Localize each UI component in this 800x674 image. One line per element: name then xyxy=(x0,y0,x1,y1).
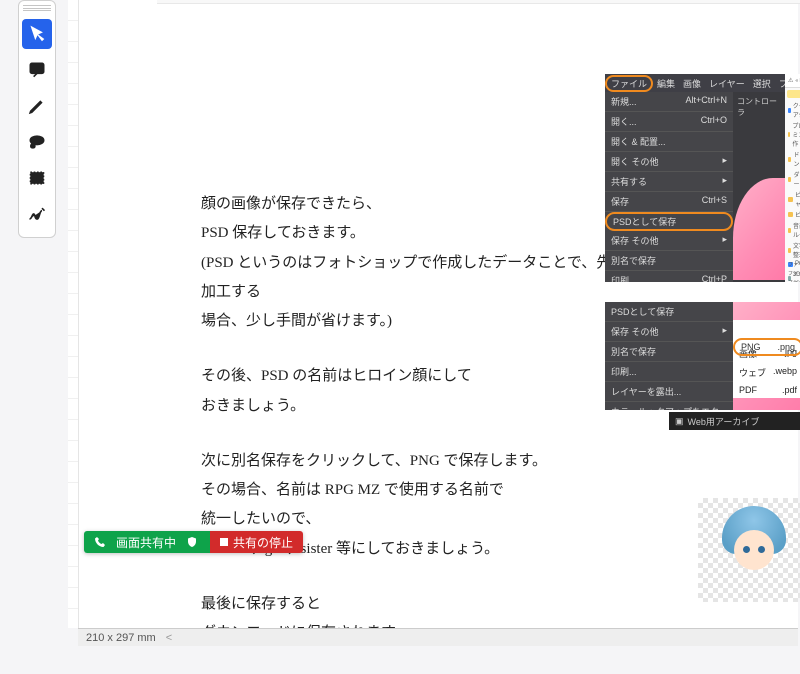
menu2-print[interactable]: 印刷... xyxy=(605,362,733,382)
web-archive-titlebar[interactable]: ▣ Web用アーカイブ xyxy=(669,412,800,430)
status-chevron-icon[interactable]: < xyxy=(166,632,172,644)
format-webp[interactable]: ウェブ.webp xyxy=(733,363,800,382)
svg-text:A: A xyxy=(35,174,42,185)
shield-icon xyxy=(186,536,198,548)
file-explorer: ⚠ « PC » デスクトップ クイックアクセス プログラミング制作 ドキュメン… xyxy=(785,74,800,282)
menu-new[interactable]: 新規...Alt+Ctrl+N xyxy=(605,92,733,112)
explorer-r4[interactable]: ピクチャ xyxy=(785,189,800,209)
menu-print[interactable]: 印刷...Ctrl+P xyxy=(605,271,733,282)
page-dimensions: 210 x 297 mm xyxy=(86,632,156,644)
signature-icon xyxy=(27,204,47,224)
menubar-layer[interactable]: レイヤー xyxy=(705,77,749,90)
format-png-highlight[interactable]: PNG.png xyxy=(733,338,800,356)
menu-share[interactable]: 共有する▸ xyxy=(605,172,733,192)
pencil-tool[interactable] xyxy=(22,91,52,121)
explorer-new-folder[interactable] xyxy=(787,90,800,98)
filetype-field[interactable]: ファイルの種類(T): PSD Files (*.psd) xyxy=(785,269,800,278)
share-status-label: 画面共有中 xyxy=(116,534,176,551)
menubar-edit[interactable]: 編集 xyxy=(653,77,679,90)
saveas-menu-panel: PSDとして保存 保存 その他▸ 別名で保存 印刷... レイヤーを露出... … xyxy=(605,302,733,410)
pencil-icon xyxy=(27,96,47,116)
text-icon: A xyxy=(27,168,47,188)
menubar-image[interactable]: 画像 xyxy=(679,77,705,90)
cursor-tool[interactable] xyxy=(22,19,52,49)
top-frame xyxy=(157,0,800,4)
stop-icon xyxy=(220,538,228,546)
stop-share-label: 共有の停止 xyxy=(233,534,293,551)
phone-icon xyxy=(94,536,106,548)
menu-open-other[interactable]: 開く その他▸ xyxy=(605,152,733,172)
format-pdf[interactable]: PDF.pdf xyxy=(733,382,800,398)
menu-open[interactable]: 開く...Ctrl+O xyxy=(605,112,733,132)
cursor-icon xyxy=(27,24,47,44)
menu-save-psd[interactable]: PSDとして保存 xyxy=(605,212,733,231)
lasso-icon xyxy=(27,132,47,152)
menu-save-other[interactable]: 保存 その他▸ xyxy=(605,231,733,251)
menu2-layer[interactable]: レイヤーを露出... xyxy=(605,382,733,402)
show-files[interactable]: ファイルを表示する xyxy=(785,278,800,282)
menubar-file[interactable]: ファイル xyxy=(605,75,653,92)
explorer-r1[interactable]: プログラミング制作 xyxy=(785,120,800,149)
explorer-r7[interactable]: 文字資料整理用 xyxy=(785,240,800,260)
app-menubar: ファイル 編集 画像 レイヤー 選択 フィルタ xyxy=(605,74,800,92)
textbox-tool[interactable]: A xyxy=(22,163,52,193)
comment-icon xyxy=(27,60,47,80)
lasso-tool[interactable] xyxy=(22,127,52,157)
explorer-r6[interactable]: 音楽フォルダー xyxy=(785,220,800,240)
menu2-saveas[interactable]: 別名で保存 xyxy=(605,342,733,362)
menu-save-as[interactable]: 別名で保存 xyxy=(605,251,733,271)
comment-tool[interactable] xyxy=(22,55,52,85)
archive-icon: ▣ xyxy=(675,416,684,427)
share-status[interactable]: 画面共有中 xyxy=(84,531,210,553)
strip-grip[interactable] xyxy=(23,5,51,11)
menu2-lut[interactable]: カラールックアップをエクスポート... xyxy=(605,402,733,410)
explorer-r2[interactable]: ドキュメント xyxy=(785,149,800,169)
status-bar: 210 x 297 mm < xyxy=(78,628,798,646)
explorer-quickaccess[interactable]: クイックアクセス xyxy=(785,100,800,120)
filename-field[interactable]: ファイル名(N): 新規プロジェクト.psd xyxy=(785,260,800,269)
avatar-preview xyxy=(698,498,800,602)
vertical-ruler xyxy=(68,0,78,628)
avatar-girl xyxy=(722,506,786,590)
signature-tool[interactable] xyxy=(22,199,52,229)
screenshot-file-menu: ファイル 編集 画像 レイヤー 選択 フィルタ 新規...Alt+Ctrl+N … xyxy=(605,74,800,282)
file-menu-panel: 新規...Alt+Ctrl+N 開く...Ctrl+O 開く & 配置... 開… xyxy=(605,92,733,282)
screenshot-saveas-png: PSDとして保存 保存 その他▸ 別名で保存 印刷... レイヤーを露出... … xyxy=(605,302,800,410)
menubar-select[interactable]: 選択 xyxy=(749,77,775,90)
explorer-breadcrumb[interactable]: ⚠ « PC » デスクトップ xyxy=(785,74,800,88)
menu-open-place[interactable]: 開く & 配置... xyxy=(605,132,733,152)
tool-strip: A xyxy=(18,0,56,238)
screen-share-bar: 画面共有中 共有の停止 xyxy=(84,531,303,553)
explorer-r3[interactable]: ダウンロード xyxy=(785,169,800,189)
menu2-other[interactable]: 保存 その他▸ xyxy=(605,322,733,342)
stop-share-button[interactable]: 共有の停止 xyxy=(210,531,303,553)
warning-icon: ⚠ xyxy=(788,77,793,84)
explorer-r5[interactable]: ビデオ xyxy=(785,209,800,220)
menu-save[interactable]: 保存Ctrl+S xyxy=(605,192,733,212)
saveas-format-list: 画像.jpg ウェブ.webp PDF.pdf xyxy=(733,320,800,398)
menu2-psd[interactable]: PSDとして保存 xyxy=(605,302,733,322)
